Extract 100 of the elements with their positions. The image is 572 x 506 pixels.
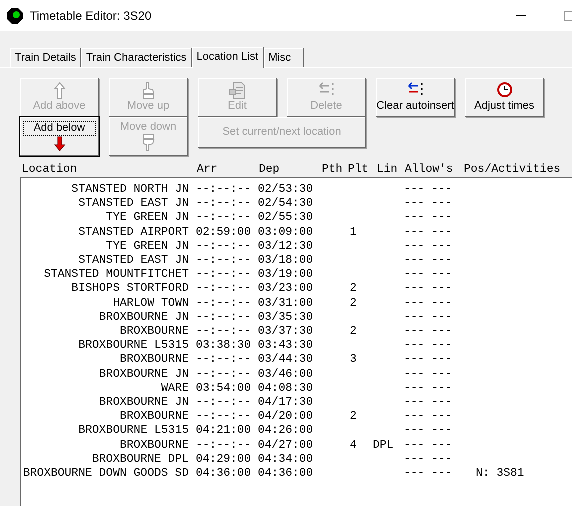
table-cell-text: HARLOW TOWN <box>112 296 189 311</box>
table-cell-text: 02:59:00 <box>196 226 252 240</box>
table-cell-text: --:--:-- <box>196 353 252 368</box>
table-cell-text: 04/27:00 <box>258 438 314 453</box>
table-cell-text: STANSTED AIRPORT <box>78 226 189 240</box>
table-cell-text: 04:29:00 <box>196 452 252 468</box>
table-cell-text: --- --- <box>404 240 454 254</box>
table-cell-text: 04:36:00 <box>196 467 252 482</box>
column-header: Dep <box>259 162 281 177</box>
table-cell-text: 03:09:00 <box>258 226 314 240</box>
table-cell-text: --:--:-- <box>196 197 252 212</box>
table-cell-text: --:--:-- <box>196 296 252 311</box>
arrow-list-icon <box>318 82 336 96</box>
table-cell-text: BROXBOURNE <box>118 438 189 453</box>
maximize-icon[interactable] <box>564 10 572 20</box>
minimize-icon[interactable] <box>516 14 526 16</box>
table-cell-text: --:--:-- <box>196 282 252 297</box>
table-cell: 1 <box>350 226 357 240</box>
table-cell: N: 3S81 <box>476 467 524 482</box>
table-cell-text: --:--:-- <box>196 254 252 268</box>
table-cell-text: 03/31:00 <box>258 296 314 311</box>
table-cell-text: --:--:-- <box>196 368 252 382</box>
table-cell-text: STANSTED MOUNTFITCHET <box>43 268 189 282</box>
table-cell-text: BROXBOURNE DPL <box>91 452 189 468</box>
table-cell-text: TYE GREEN JN <box>105 240 189 254</box>
toolbar-button[interactable]: Adjust times <box>465 78 544 117</box>
pointing-hand-icon <box>142 82 156 100</box>
document-icon <box>228 82 246 100</box>
table-cell-text: --- --- <box>404 467 454 482</box>
column-header: Lin <box>377 162 399 177</box>
column-header: Location <box>22 162 78 177</box>
table-cell-text: --:--:-- <box>196 410 252 424</box>
table-cell-text: --- --- <box>404 424 454 439</box>
table-cell-text: --- --- <box>404 396 454 410</box>
table-cell-text: 03/37:30 <box>258 325 314 340</box>
tab[interactable]: Train Characteristics <box>81 48 192 67</box>
table-cell-text: 03:38:30 <box>196 339 252 354</box>
table-cell-text: 02/53:30 <box>258 183 314 198</box>
table-cell-text: --- --- <box>404 310 454 326</box>
table-cell-text: 03/35:30 <box>258 310 314 326</box>
table-cell-text: --:--:-- <box>196 268 252 282</box>
pointing-hand-icon <box>142 134 156 152</box>
table-cell-text: 04:26:00 <box>258 424 314 439</box>
clock-icon <box>496 82 512 98</box>
column-header: Plt <box>348 162 370 177</box>
table-cell-text: --:--:-- <box>196 396 252 410</box>
tab[interactable]: Train Details <box>10 48 82 67</box>
arrow-down-icon <box>54 136 66 152</box>
table-cell-text: 03:54:00 <box>196 382 252 396</box>
toolbar-button[interactable]: Add below <box>20 117 99 156</box>
table-cell-text: 04/20:00 <box>258 410 314 424</box>
table-cell-text: 03/23:00 <box>258 282 314 297</box>
table-cell-text: 03/18:00 <box>258 254 314 268</box>
table-cell-text: --- --- <box>404 183 454 198</box>
table-cell-text: 04:21:00 <box>196 424 252 439</box>
table-cell-text: 03/46:00 <box>258 368 314 382</box>
table-cell-text: 04:34:00 <box>258 452 314 468</box>
table-cell-text: BROXBOURNE JN <box>98 396 189 410</box>
table-cell-text: WARE <box>160 382 189 396</box>
table-cell-text: STANSTED NORTH JN <box>70 183 189 198</box>
column-header: Arr <box>197 162 219 177</box>
table-cell-text: --- --- <box>404 410 454 424</box>
arrow-up-icon <box>54 82 66 100</box>
table-cell-text: --:--:-- <box>196 240 252 254</box>
table-cell-text: TYE GREEN JN <box>105 211 189 226</box>
table-cell-text: --- --- <box>404 226 454 240</box>
table-cell-text: 03/19:00 <box>258 268 314 282</box>
table-cell-text: --- --- <box>404 268 454 282</box>
table-cell-text: STANSTED EAST JN <box>78 197 189 212</box>
table-cell-text: 03/12:30 <box>258 240 314 254</box>
table-cell: 2 <box>350 410 357 424</box>
tab[interactable]: Location List <box>192 47 264 68</box>
table-cell-text: --- --- <box>404 296 454 311</box>
table-cell: DPL <box>373 438 394 453</box>
column-header: Pth <box>322 162 344 177</box>
table-cell: 2 <box>350 325 357 340</box>
table-cell-text: --:--:-- <box>196 211 252 226</box>
table-cell-text: --:--:-- <box>196 183 252 198</box>
table-cell-text: BROXBOURNE L5315 <box>78 339 189 354</box>
table-cell-text: 04:08:30 <box>258 382 314 396</box>
table-cell: 2 <box>350 282 357 297</box>
arrow-list-icon <box>406 82 424 96</box>
table-cell-text: --- --- <box>404 368 454 382</box>
table-cell-text: --- --- <box>404 452 454 468</box>
table-cell-text: --- --- <box>404 339 454 354</box>
table-cell-text: --:--:-- <box>196 325 252 340</box>
table-cell-text: BROXBOURNE <box>118 325 189 340</box>
table-cell: 2 <box>350 296 357 311</box>
table-cell-text: --:--:-- <box>196 438 252 453</box>
table-cell: 4 <box>350 438 357 453</box>
table-cell-text: STANSTED EAST JN <box>78 254 189 268</box>
tab[interactable]: Misc <box>264 48 304 67</box>
table-cell: 3 <box>350 353 357 368</box>
table-cell-text: --- --- <box>404 197 454 212</box>
app-icon <box>7 8 23 24</box>
table-cell-text: 04/17:30 <box>258 396 314 410</box>
table-cell-text: BROXBOURNE L5315 <box>78 424 189 439</box>
table-cell-text: 04:36:00 <box>258 467 314 482</box>
table-cell-text: --- --- <box>404 211 454 226</box>
table-cell-text: 03:43:30 <box>258 339 314 354</box>
